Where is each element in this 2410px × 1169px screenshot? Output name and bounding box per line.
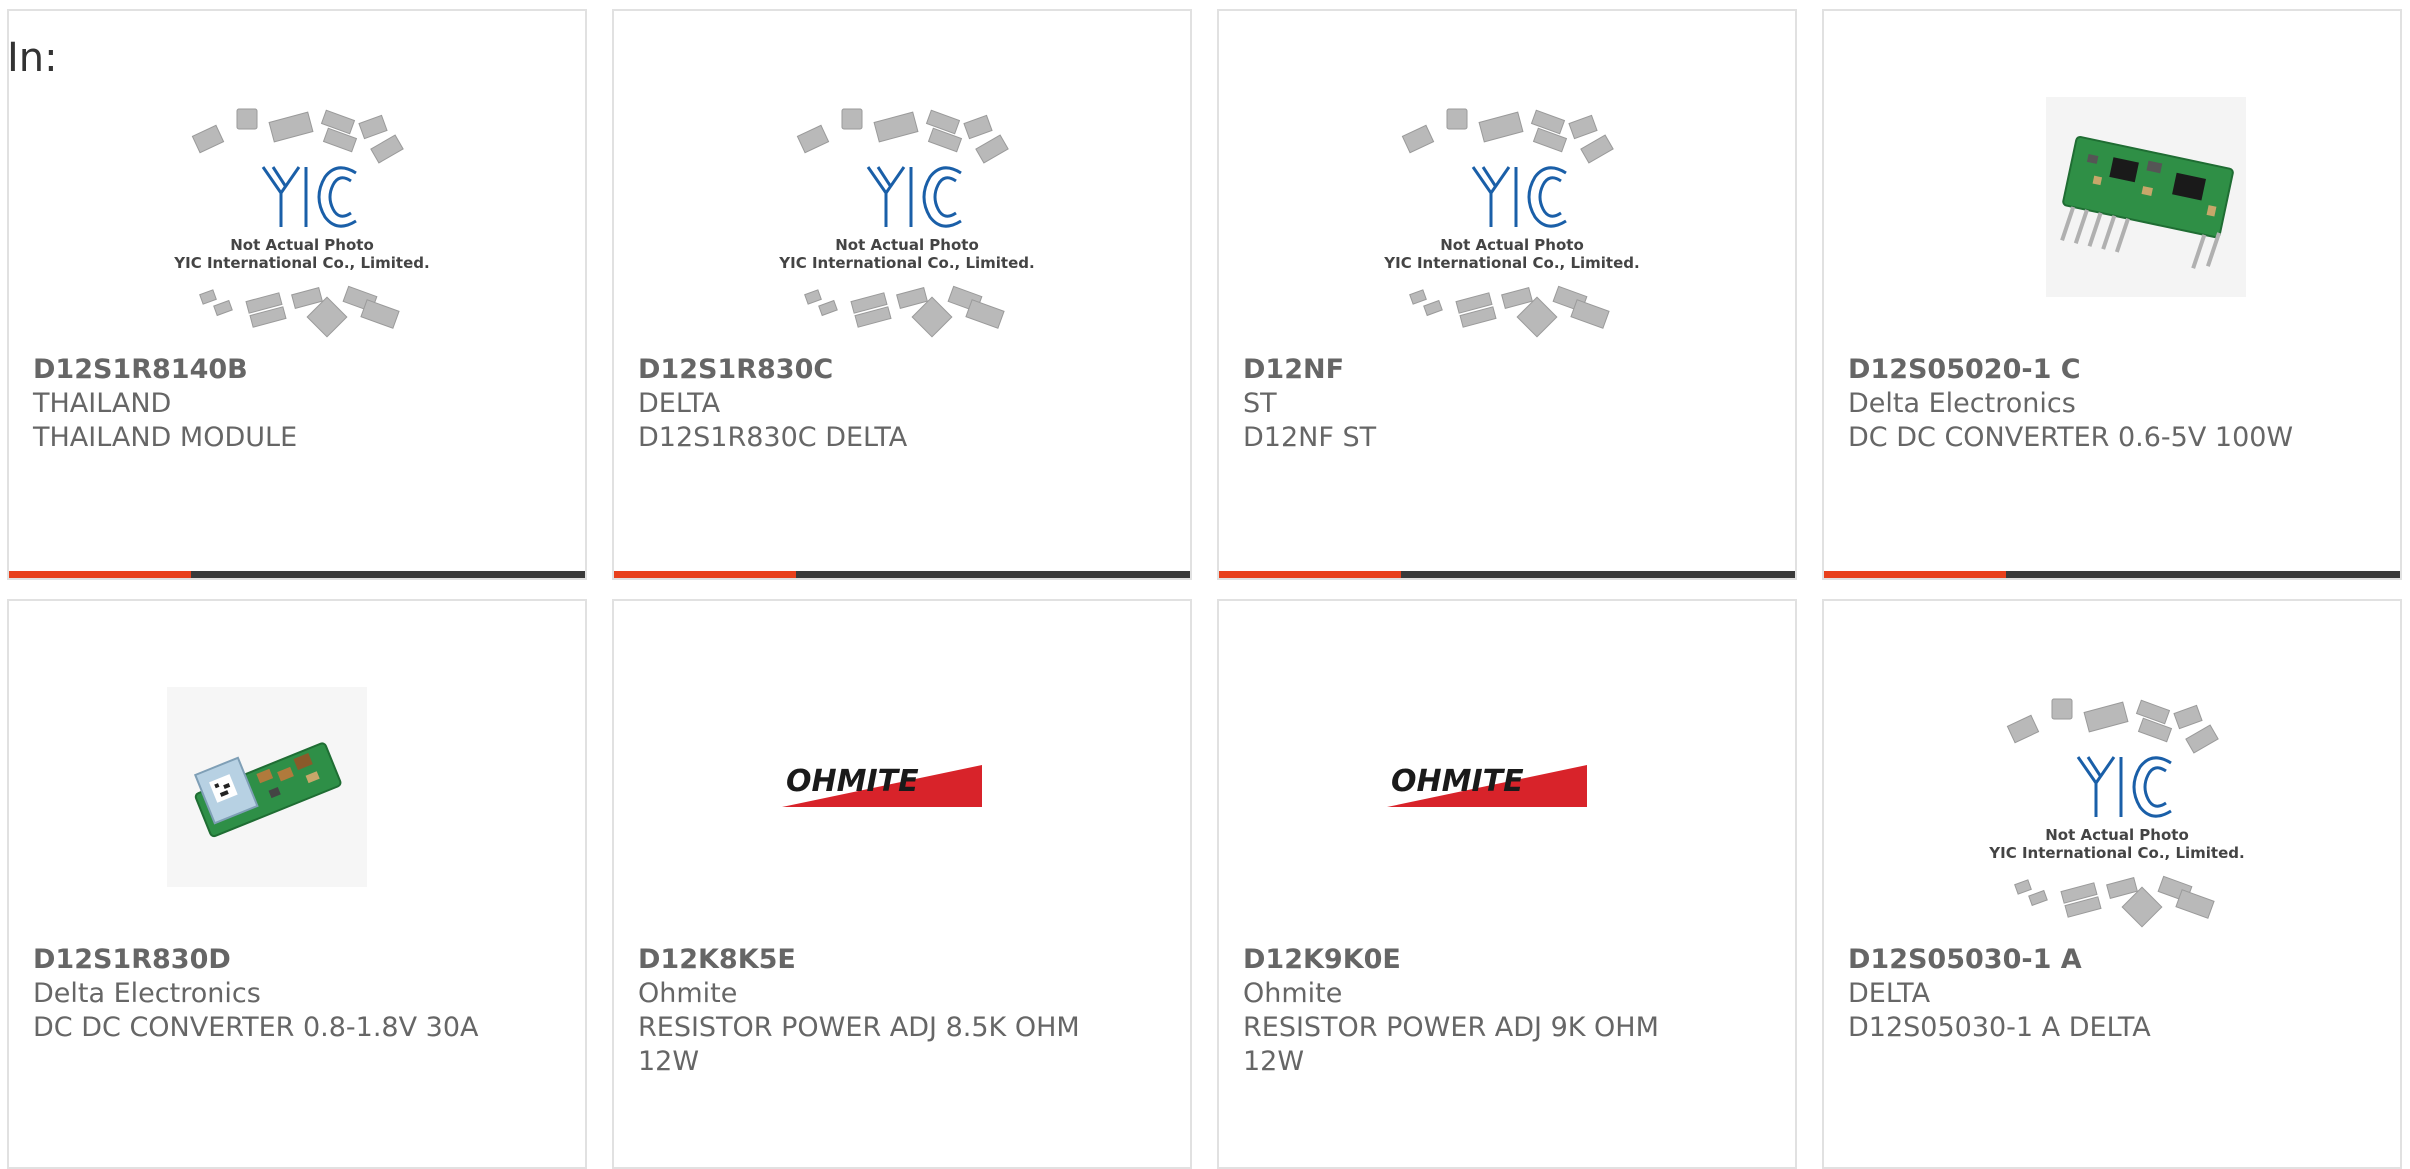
card-bottom-bar <box>9 571 585 578</box>
product-info: D12K9K0E Ohmite RESISTOR POWER ADJ 9K OH… <box>1243 943 1771 1079</box>
yic-placeholder-icon: Not Actual Photo YIC International Co., … <box>173 108 430 338</box>
product-grid: Not Actual Photo YIC International Co., … <box>7 9 2403 1169</box>
product-image-placeholder[interactable]: Not Actual Photo YIC International Co., … <box>1982 687 2252 937</box>
description-label: THAILAND MODULE <box>33 422 298 453</box>
svg-text:YIC International Co., Limited: YIC International Co., Limited. <box>778 254 1034 272</box>
card-bottom-bar <box>614 571 1190 578</box>
manufacturer-label: ST <box>1243 388 1277 419</box>
part-number-link[interactable]: D12S1R830D <box>33 943 561 977</box>
card-bottom-bar <box>1824 571 2400 578</box>
product-image-green-module[interactable] <box>1982 97 2252 347</box>
part-number-link[interactable]: D12S1R830C <box>638 353 1166 387</box>
product-card[interactable]: D12S05020-1 C Delta Electronics DC DC CO… <box>1822 9 2402 580</box>
part-number-link[interactable]: D12NF <box>1243 353 1771 387</box>
product-image-placeholder[interactable]: Not Actual Photo YIC International Co., … <box>772 97 1042 347</box>
yic-placeholder-icon: Not Actual Photo YIC International Co., … <box>1988 698 2245 928</box>
description-label: D12NF ST <box>1243 422 1377 453</box>
product-info: D12NF ST D12NF ST <box>1243 353 1771 455</box>
description-label: RESISTOR POWER ADJ 8.5K OHM 12W <box>638 1012 1080 1077</box>
pcb-module-icon <box>167 687 367 887</box>
description-label: DC DC CONVERTER 0.6-5V 100W <box>1848 422 2294 453</box>
manufacturer-label: THAILAND <box>33 388 172 419</box>
manufacturer-label: Ohmite <box>638 978 738 1009</box>
description-label: D12S05030-1 A DELTA <box>1848 1012 2151 1043</box>
product-card[interactable]: D12S1R830D Delta Electronics DC DC CONVE… <box>7 599 587 1169</box>
product-image-placeholder[interactable]: Not Actual Photo YIC International Co., … <box>167 97 437 347</box>
product-card[interactable]: Not Actual Photo YIC International Co., … <box>612 9 1192 580</box>
manufacturer-label: Delta Electronics <box>33 978 261 1009</box>
ohmite-logo-icon: OHMITE <box>1387 764 1587 807</box>
description-label: RESISTOR POWER ADJ 9K OHM 12W <box>1243 1012 1659 1077</box>
manufacturer-label: Ohmite <box>1243 978 1343 1009</box>
card-accent-bar <box>614 571 796 578</box>
product-card[interactable]: Not Actual Photo YIC International Co., … <box>7 9 587 580</box>
card-accent-bar <box>9 571 191 578</box>
svg-text:Not Actual Photo: Not Actual Photo <box>835 236 979 254</box>
part-number-link[interactable]: D12K8K5E <box>638 943 1166 977</box>
svg-text:OHMITE: OHMITE <box>1391 764 1524 799</box>
card-accent-bar <box>1824 571 2006 578</box>
svg-text:Not Actual Photo: Not Actual Photo <box>1440 236 1584 254</box>
manufacturer-label: DELTA <box>638 388 721 419</box>
svg-text:YIC International Co., Limited: YIC International Co., Limited. <box>1988 844 2244 862</box>
product-image-placeholder[interactable]: Not Actual Photo YIC International Co., … <box>1377 97 1647 347</box>
svg-text:YIC International Co., Limited: YIC International Co., Limited. <box>173 254 429 272</box>
product-card[interactable]: OHMITE D12K8K5E Ohmite RESISTOR POWER AD… <box>612 599 1192 1169</box>
product-info: D12S1R8140B THAILAND THAILAND MODULE <box>33 353 561 455</box>
product-info: D12S1R830D Delta Electronics DC DC CONVE… <box>33 943 561 1045</box>
yic-placeholder-icon: Not Actual Photo YIC International Co., … <box>778 108 1035 338</box>
product-card[interactable]: Not Actual Photo YIC International Co., … <box>1217 9 1797 580</box>
part-number-link[interactable]: D12S05020-1 C <box>1848 353 2376 387</box>
manufacturer-label: Delta Electronics <box>1848 388 2076 419</box>
card-accent-bar <box>1219 571 1401 578</box>
svg-text:YIC International Co., Limited: YIC International Co., Limited. <box>1383 254 1639 272</box>
card-bottom-bar <box>1219 571 1795 578</box>
svg-text:Not Actual Photo: Not Actual Photo <box>2045 826 2189 844</box>
part-number-link[interactable]: D12S05030-1 A <box>1848 943 2376 977</box>
description-label: D12S1R830C DELTA <box>638 422 908 453</box>
filter-in-label: In: <box>7 35 58 81</box>
product-info: D12S05030-1 A DELTA D12S05030-1 A DELTA <box>1848 943 2376 1045</box>
yic-placeholder-icon: Not Actual Photo YIC International Co., … <box>1383 108 1640 338</box>
product-image-ohmite-logo[interactable]: OHMITE <box>772 687 1042 937</box>
ohmite-logo-icon: OHMITE <box>782 764 982 807</box>
description-label: DC DC CONVERTER 0.8-1.8V 30A <box>33 1012 479 1043</box>
product-card[interactable]: Not Actual Photo YIC International Co., … <box>1822 599 2402 1169</box>
product-image-ohmite-logo[interactable]: OHMITE <box>1377 687 1647 937</box>
part-number-link[interactable]: D12S1R8140B <box>33 353 561 387</box>
product-info: D12S05020-1 C Delta Electronics DC DC CO… <box>1848 353 2376 455</box>
svg-text:Not Actual Photo: Not Actual Photo <box>230 236 374 254</box>
manufacturer-label: DELTA <box>1848 978 1931 1009</box>
pcb-module-icon <box>2046 97 2246 297</box>
product-info: D12K8K5E Ohmite RESISTOR POWER ADJ 8.5K … <box>638 943 1166 1079</box>
product-info: D12S1R830C DELTA D12S1R830C DELTA <box>638 353 1166 455</box>
svg-text:OHMITE: OHMITE <box>786 764 919 799</box>
part-number-link[interactable]: D12K9K0E <box>1243 943 1771 977</box>
product-card[interactable]: OHMITE D12K9K0E Ohmite RESISTOR POWER AD… <box>1217 599 1797 1169</box>
product-image-small-module[interactable] <box>167 687 437 937</box>
